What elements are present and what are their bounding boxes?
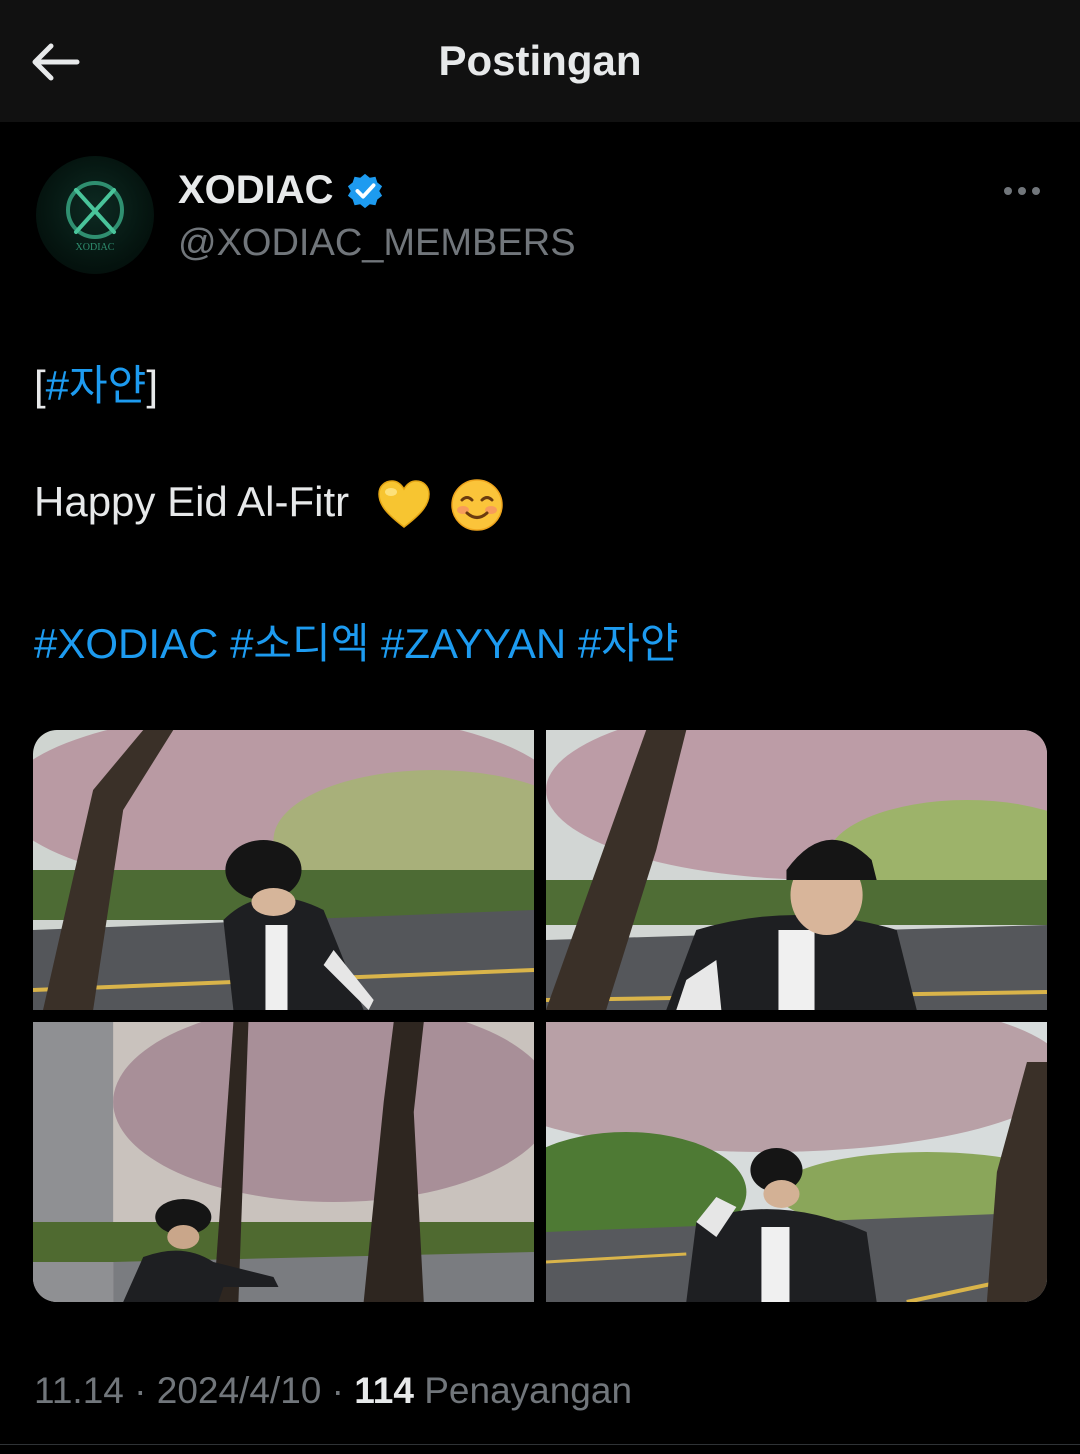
post-time: 11.14 [34,1370,124,1411]
meta-separator: · [321,1370,355,1411]
svg-text:XODIAC: XODIAC [76,242,115,253]
hashtag-link[interactable]: #ZAYYAN [381,620,566,667]
bracket-close: ] [146,362,158,409]
message-text: Happy Eid Al-Fitr [34,478,350,526]
photo-grid [33,730,1047,1302]
avatar[interactable]: XODIAC [36,156,154,274]
verified-badge-icon [347,173,382,208]
back-button[interactable] [30,38,82,86]
smiling-face-icon [451,479,504,531]
photo-2[interactable] [546,730,1047,1010]
views-label[interactable]: Penayangan [424,1370,632,1411]
photo-image [33,1022,534,1302]
view-count[interactable]: 114 [354,1370,414,1411]
photo-image [546,1022,1047,1302]
author-name[interactable]: XODIAC [178,168,334,213]
photo-3[interactable] [33,1022,534,1302]
hashtag-link[interactable]: #소디엑 [230,620,369,667]
photo-image [33,730,534,1010]
hashtag-link[interactable]: #자얀 [578,620,679,667]
arrow-left-icon [32,43,80,81]
hashtag-link[interactable]: #XODIAC [34,620,218,667]
divider [0,1444,1080,1445]
author-handle[interactable]: @XODIAC_MEMBERS [178,222,576,265]
photo-image [546,730,1047,1010]
post-tag-line: [#자얀] [34,352,158,413]
page-title: Postingan [438,37,642,84]
dot-icon [1004,187,1012,195]
author-name-row[interactable]: XODIAC [178,168,384,213]
bracket-open: [ [34,362,46,409]
post-hashtags: #XODIAC #소디엑 #ZAYYAN #자얀 [34,610,679,671]
photo-4[interactable] [546,1022,1047,1302]
post-meta: 11.14 · 2024/4/10 · 114 Penayangan [34,1370,632,1412]
more-options-button[interactable] [998,176,1046,206]
dot-icon [1032,187,1040,195]
dot-icon [1018,187,1026,195]
top-bar: Postingan [0,0,1080,122]
yellow-heart-icon [378,480,430,528]
post-message: Happy Eid Al-Fitr [34,478,504,532]
hashtag-link[interactable]: #자얀 [46,362,147,409]
photo-1[interactable] [33,730,534,1010]
xodiac-logo-icon: XODIAC [66,181,124,253]
post-date: 2024/4/10 [156,1370,322,1411]
meta-separator: · [123,1370,157,1411]
